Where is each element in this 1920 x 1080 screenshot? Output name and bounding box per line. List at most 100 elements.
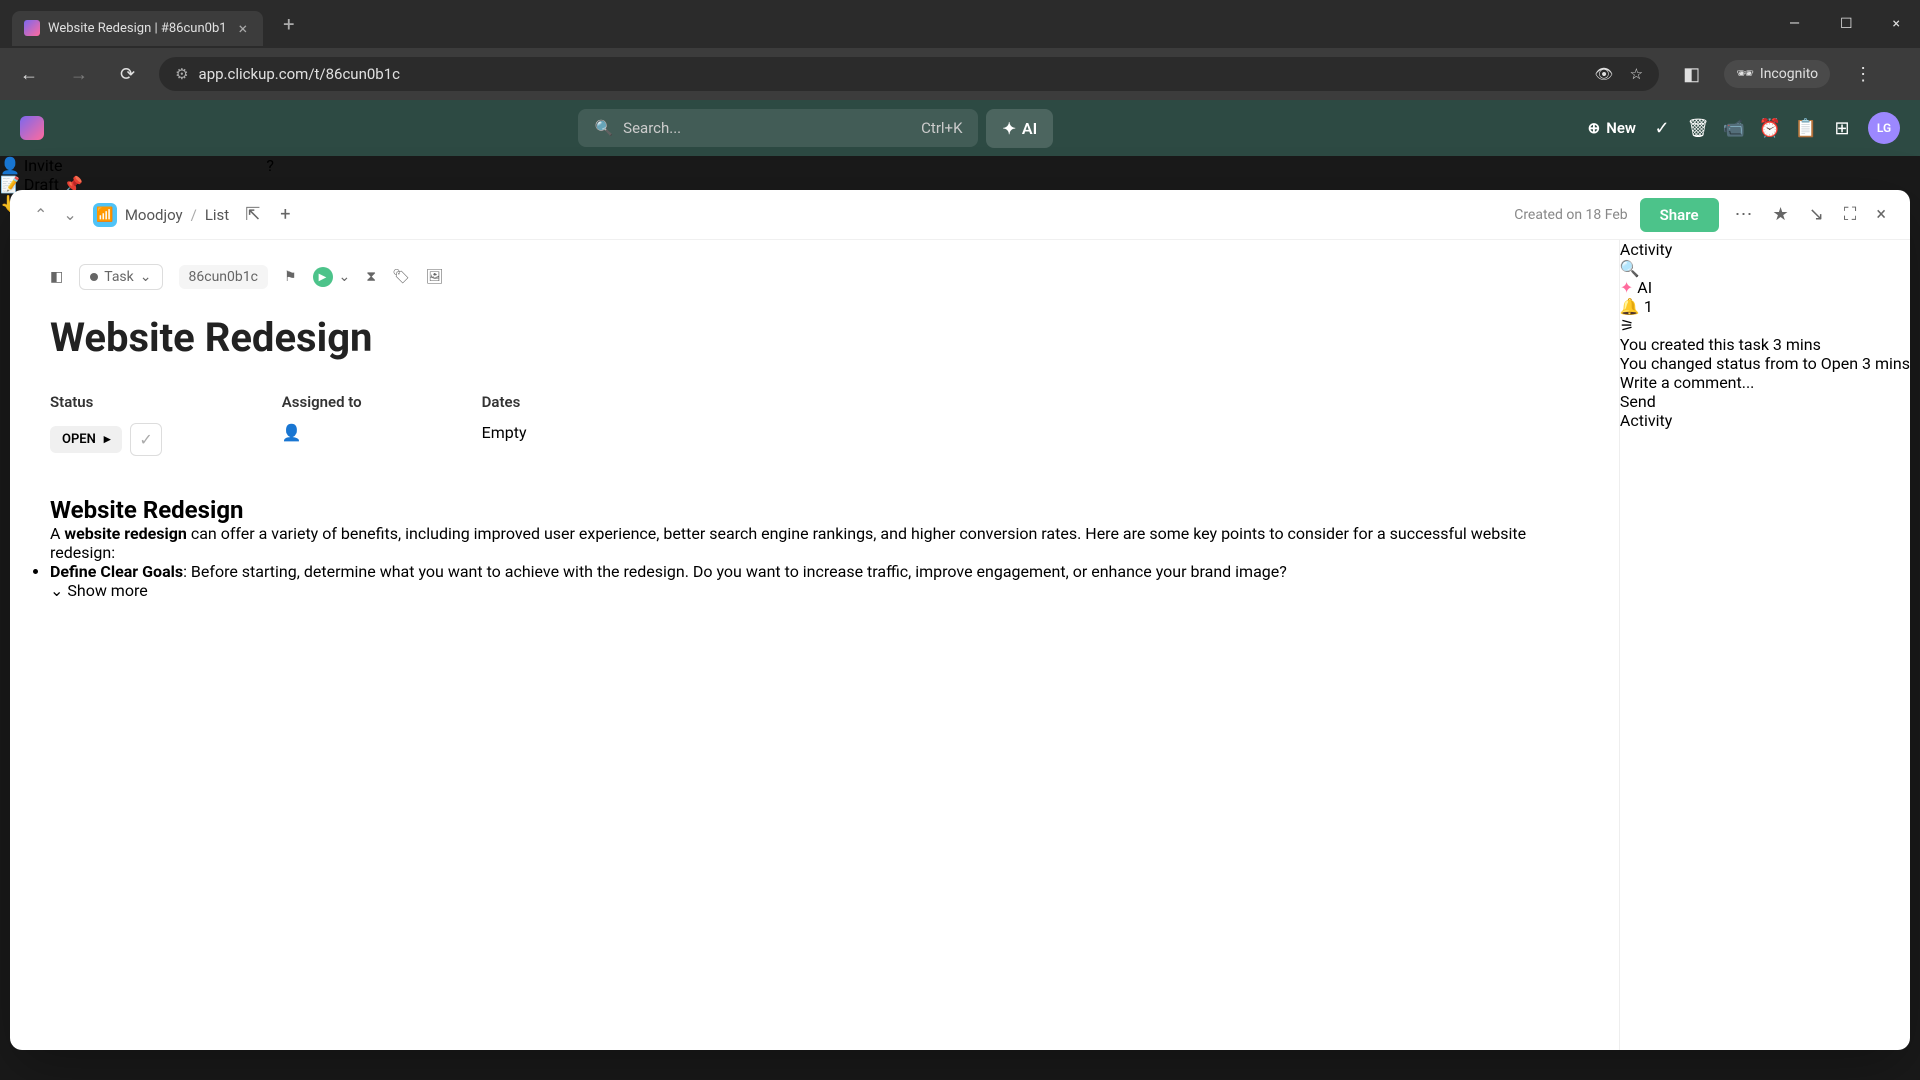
url-text: app.clickup.com/t/86cun0b1c [199, 65, 400, 83]
expand-icon[interactable]: ⛶ [1840, 200, 1861, 229]
modal-header: ⌃ ⌄ 📶 Moodjoy / List ⇱ + Created on 18 F… [10, 190, 1910, 240]
url-bar[interactable]: ⚙ app.clickup.com/t/86cun0b1c 👁 ☆ [159, 57, 1659, 91]
bookmark-star-icon[interactable]: ☆ [1630, 65, 1643, 83]
dates-value[interactable]: Empty [482, 423, 527, 442]
breadcrumb-list[interactable]: List [205, 206, 229, 224]
window-controls: — ☐ × [1781, 12, 1908, 36]
user-avatar[interactable]: LG [1868, 112, 1900, 144]
notifications-button[interactable]: 🔔 1 [1620, 297, 1910, 316]
play-icon: ▶ [313, 267, 333, 287]
bottom-bar: 👤 Invite ? 📝 Draft 📌 [0, 156, 1920, 194]
plus-circle-icon: ⊕ [1588, 119, 1601, 137]
share-button[interactable]: Share [1640, 198, 1719, 232]
apps-grid-icon[interactable]: ⊞ [1832, 118, 1852, 138]
app-header: 🔍 Search... Ctrl+K ✦ AI ⊕ New ✓ 🗑 📹 ⏰ 📋 … [0, 100, 1920, 156]
move-icon[interactable]: ⇱ [241, 200, 264, 229]
description-heading: Website Redesign [50, 496, 1579, 524]
list-item: Define Clear Goals: Before starting, det… [50, 562, 1579, 581]
assigned-label: Assigned to [282, 393, 362, 411]
invite-button[interactable]: Invite [24, 156, 63, 175]
breadcrumb-workspace[interactable]: Moodjoy [125, 206, 183, 224]
sparkle-icon: ✦ [1620, 278, 1633, 297]
browser-menu-icon[interactable]: ⋮ [1846, 60, 1880, 89]
dates-label: Dates [482, 393, 527, 411]
main-pane: ◧ Task ⌄ 86cun0b1c ⚑ ▶ ⌄ ⧗ 🏷 🖼 Website R… [10, 240, 1620, 1050]
check-circle-icon[interactable]: ✓ [1652, 118, 1672, 138]
back-icon[interactable]: ← [12, 60, 46, 89]
browser-tab-strip: Website Redesign | #86cun0b1 × + — ☐ × [0, 0, 1920, 48]
search-activity-icon[interactable]: 🔍 [1620, 259, 1640, 278]
task-id-badge[interactable]: 86cun0b1c [179, 265, 268, 289]
comment-input[interactable]: Write a comment... [1620, 373, 1910, 392]
add-assignee-button[interactable]: 👤 [282, 423, 362, 442]
dot-icon [90, 273, 98, 281]
task-title[interactable]: Website Redesign [50, 314, 1579, 361]
chevron-down-icon: ⌄ [339, 269, 351, 285]
activity-item: You created this task 3 mins [1620, 335, 1910, 354]
prev-task-icon[interactable]: ⌃ [30, 201, 51, 228]
close-window-icon[interactable]: × [1885, 12, 1908, 36]
status-label: Status [50, 393, 162, 411]
description-box[interactable]: Website Redesign A website redesign can … [50, 496, 1579, 581]
clickup-logo[interactable] [20, 116, 44, 140]
task-type-selector[interactable]: Task ⌄ [79, 264, 162, 290]
incognito-badge: 🕶 Incognito [1724, 60, 1830, 88]
help-icon[interactable]: ? [266, 156, 274, 175]
chevron-down-icon: ⌄ [140, 269, 152, 285]
site-settings-icon[interactable]: ⚙ [175, 65, 188, 83]
bell-icon: 🔔 [1620, 297, 1640, 316]
search-input[interactable]: 🔍 Search... Ctrl+K [578, 109, 978, 147]
show-more-button[interactable]: ⌄ Show more [50, 581, 1579, 600]
browser-tab[interactable]: Website Redesign | #86cun0b1 × [12, 11, 263, 46]
image-icon[interactable]: 🖼 [426, 269, 444, 285]
close-modal-icon[interactable]: × [1872, 200, 1890, 229]
play-button[interactable]: ▶ ⌄ [313, 267, 351, 287]
activity-time: 3 mins [1773, 335, 1821, 354]
reload-icon[interactable]: ⟳ [112, 60, 143, 89]
panel-icon[interactable]: ◧ [1675, 60, 1708, 89]
video-icon[interactable]: 📹 [1724, 118, 1744, 138]
flag-icon[interactable]: ⚑ [284, 269, 297, 285]
next-task-icon[interactable]: ⌄ [59, 201, 80, 228]
breadcrumb: 📶 Moodjoy / List [93, 203, 229, 227]
created-date: Created on 18 Feb [1514, 207, 1627, 223]
sparkle-icon: ✦ [1002, 119, 1015, 138]
description-list: Define Clear Goals: Before starting, det… [50, 562, 1579, 581]
trash-icon[interactable]: 🗑 [1688, 118, 1708, 138]
collapse-icon[interactable]: ↘ [1805, 200, 1828, 229]
address-bar-row: ← → ⟳ ⚙ app.clickup.com/t/86cun0b1c 👁 ☆ … [0, 48, 1920, 100]
ai-button[interactable]: ✦ AI [986, 109, 1053, 148]
activity-list: You created this task 3 mins You changed… [1620, 335, 1910, 373]
close-tab-icon[interactable]: × [235, 19, 252, 38]
new-tab-button[interactable]: + [271, 12, 306, 36]
sidebar-toggle-icon[interactable]: ◧ [50, 269, 63, 285]
eye-off-icon[interactable]: 👁 [1595, 65, 1614, 83]
chevron-right-icon: ▸ [104, 432, 111, 447]
send-button[interactable]: Send [1620, 392, 1910, 411]
workspace-icon: 📶 [93, 203, 117, 227]
maximize-icon[interactable]: ☐ [1832, 12, 1861, 36]
hourglass-icon[interactable]: ⧗ [366, 269, 376, 285]
activity-ai-button[interactable]: ✦ AI [1620, 278, 1910, 297]
activity-item: You changed status from to Open 3 mins [1620, 354, 1910, 373]
chevron-down-icon: ⌄ [50, 581, 63, 600]
clock-icon[interactable]: ⏰ [1760, 118, 1780, 138]
filter-icon[interactable]: ⚞ [1620, 316, 1634, 335]
activity-time: 3 mins [1862, 354, 1910, 373]
search-icon: 🔍 [594, 119, 613, 137]
minimize-icon[interactable]: — [1781, 12, 1808, 36]
task-modal: ⌃ ⌄ 📶 Moodjoy / List ⇱ + Created on 18 F… [10, 190, 1910, 1050]
favorite-star-icon[interactable]: ★ [1769, 200, 1793, 229]
add-breadcrumb-icon[interactable]: + [276, 200, 294, 229]
invite-icon: 👤 [0, 156, 20, 175]
activity-side-tab[interactable]: Activity [1620, 411, 1910, 430]
status-badge[interactable]: OPEN ▸ [50, 426, 122, 453]
notepad-icon[interactable]: 📋 [1796, 118, 1816, 138]
complete-check-icon[interactable]: ✓ [130, 423, 161, 456]
new-button[interactable]: ⊕ New [1588, 119, 1636, 137]
forward-icon[interactable]: → [62, 60, 96, 89]
tag-icon[interactable]: 🏷 [392, 269, 410, 285]
activity-pane: Activity 🔍 ✦ AI 🔔 1 ⚞ [1620, 240, 1910, 1050]
more-menu-icon[interactable]: ⋯ [1731, 200, 1757, 229]
person-plus-icon: 👤 [282, 423, 302, 442]
